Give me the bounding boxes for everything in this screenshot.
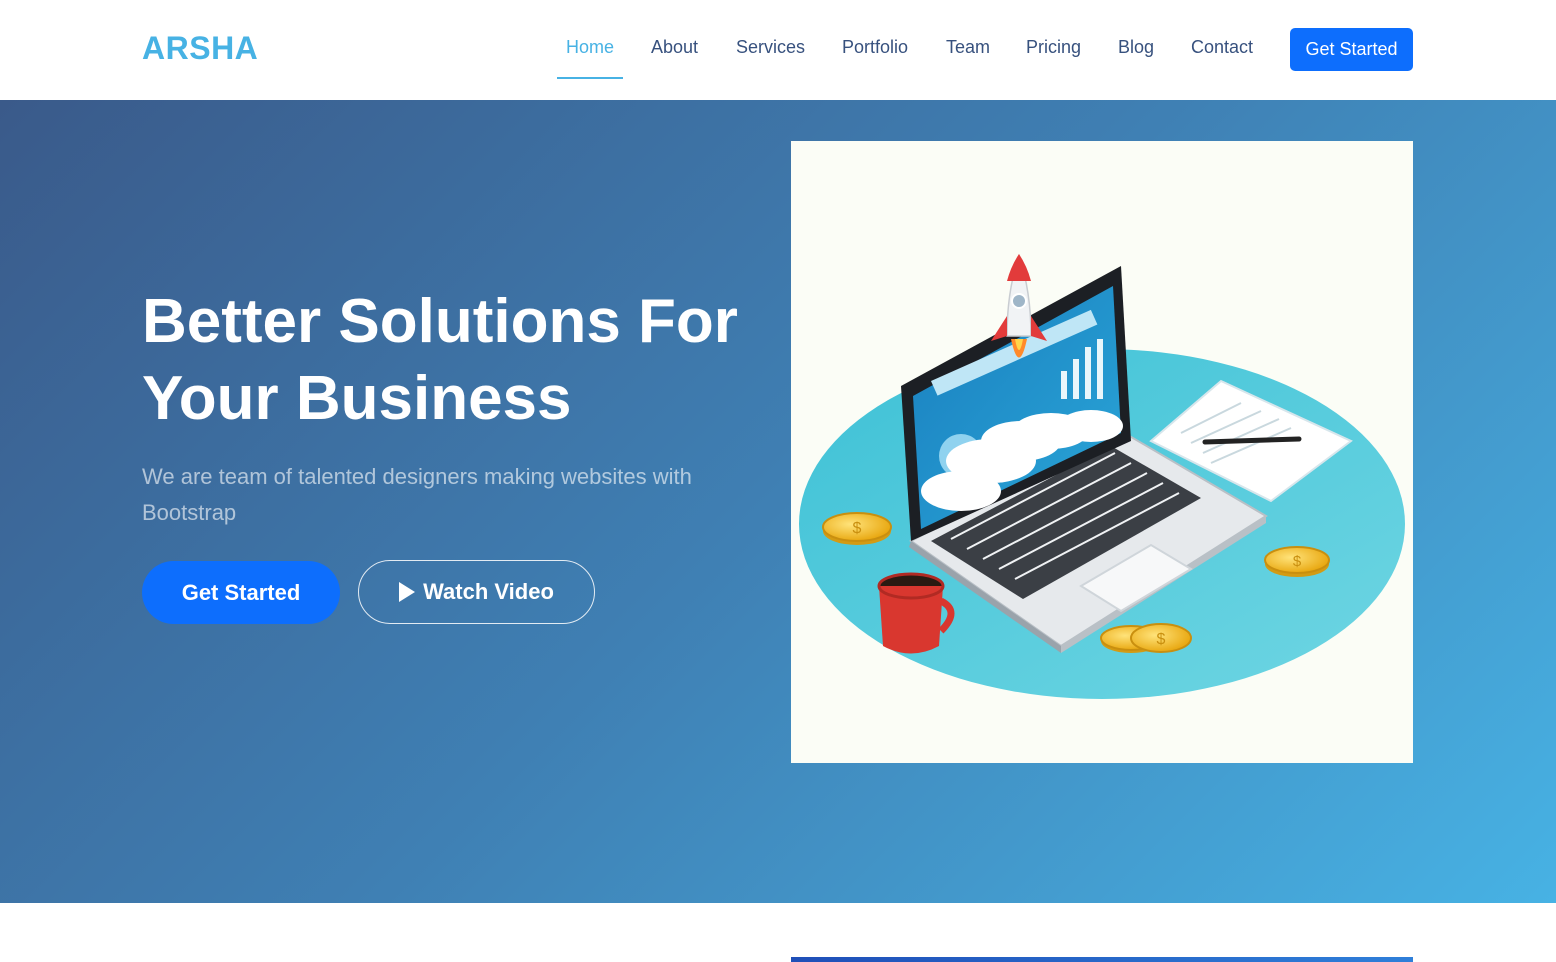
- play-icon: [399, 582, 416, 602]
- hero-title-line2: Your Business: [142, 364, 572, 433]
- section-divider-bar: [791, 957, 1413, 962]
- header-get-started-button[interactable]: Get Started: [1290, 28, 1413, 71]
- svg-text:$: $: [1293, 553, 1302, 570]
- active-nav-indicator: [557, 77, 623, 79]
- nav-home[interactable]: Home: [566, 37, 614, 58]
- hero-title: Better Solutions For Your Business: [142, 283, 782, 437]
- hero-get-started-button[interactable]: Get Started: [142, 561, 340, 624]
- main-nav: Home About Services Portfolio Team Prici…: [0, 0, 1556, 100]
- hero-section: Better Solutions For Your Business We ar…: [0, 100, 1556, 903]
- svg-text:$: $: [1157, 631, 1166, 648]
- site-header: ARSHA Home About Services Portfolio Team…: [0, 0, 1556, 100]
- nav-pricing[interactable]: Pricing: [1026, 37, 1081, 58]
- nav-team[interactable]: Team: [946, 37, 990, 58]
- svg-text:$: $: [853, 520, 862, 537]
- hero-title-line1: Better Solutions For: [142, 287, 738, 356]
- rocket-laptop-illustration: $ $ $: [791, 141, 1413, 763]
- hero-subtitle: We are team of talented designers making…: [142, 464, 692, 525]
- nav-blog[interactable]: Blog: [1118, 37, 1154, 58]
- nav-about[interactable]: About: [651, 37, 698, 58]
- nav-portfolio[interactable]: Portfolio: [842, 37, 908, 58]
- watch-video-button[interactable]: Watch Video: [358, 560, 595, 624]
- nav-services[interactable]: Services: [736, 37, 805, 58]
- watch-video-label: Watch Video: [423, 579, 554, 604]
- nav-contact[interactable]: Contact: [1191, 37, 1253, 58]
